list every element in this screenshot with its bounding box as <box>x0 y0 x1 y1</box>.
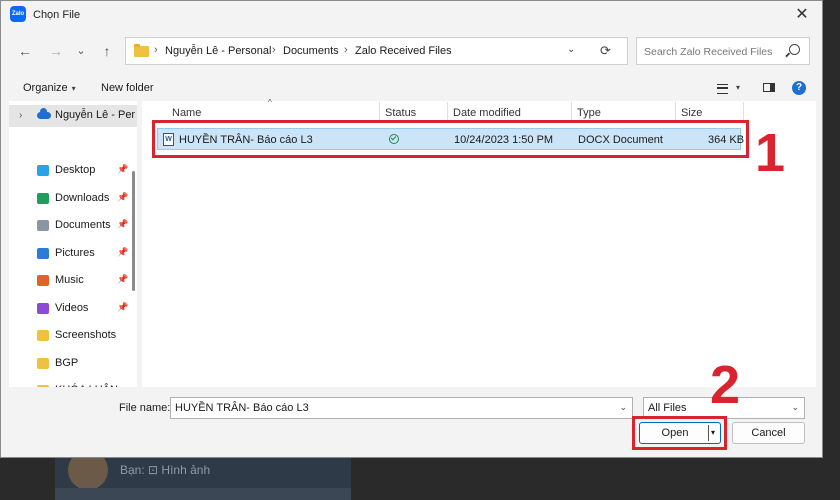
folder-icon <box>134 44 149 57</box>
step1-number: 1 <box>755 123 786 183</box>
expand-chevron-icon[interactable]: › <box>19 110 22 121</box>
sidebar-item-desktop[interactable]: Desktop 📌 <box>9 160 137 182</box>
pin-icon: 📌 <box>117 192 129 202</box>
view-options-icon[interactable] <box>717 84 728 94</box>
step2-highlight-box <box>632 416 727 450</box>
bgp-folder-icon <box>37 358 49 369</box>
search-icon[interactable] <box>789 44 800 55</box>
command-toolbar: Organize ▾ New folder ▾ ? <box>1 77 822 99</box>
desktop-folder-icon <box>37 165 49 176</box>
sidebar-item-videos[interactable]: Videos 📌 <box>9 298 137 320</box>
sidebar-item-onedrive[interactable]: › Nguyễn Lê - Per <box>9 105 137 127</box>
sidebar-item-music[interactable]: Music 📌 <box>9 270 137 292</box>
sidebar-item-pictures[interactable]: Pictures 📌 <box>9 243 137 265</box>
column-divider[interactable] <box>379 102 380 122</box>
downloads-folder-icon <box>37 193 49 204</box>
zalo-app-icon: Zalo <box>10 6 26 22</box>
file-type-dropdown-icon: ⌄ <box>791 402 799 412</box>
step2-number: 2 <box>710 355 741 415</box>
step1-highlight-box <box>152 120 749 158</box>
kh-a-lu-n-folder-icon <box>37 385 49 387</box>
sidebar-item-label: Desktop <box>55 164 96 176</box>
sidebar-item-label: KHÓA LUẬN <box>55 384 118 387</box>
column-header-date-modified[interactable]: Date modified <box>453 107 521 119</box>
file-type-value: All Files <box>648 402 687 414</box>
search-placeholder: Search Zalo Received Files <box>644 46 773 58</box>
breadcrumb-separator: › <box>344 44 348 56</box>
file-open-dialog: Zalo Chọn File ✕ ← → ⌄ ↑ › Nguyễn Lê - P… <box>0 0 823 458</box>
background-message-preview: Bạn: ⊡ Hình ảnh <box>120 463 211 477</box>
forward-arrow-icon[interactable]: → <box>46 41 66 61</box>
column-divider[interactable] <box>675 102 676 122</box>
organize-menu[interactable]: Organize ▾ <box>23 82 76 94</box>
sidebar-item-label: Documents <box>55 219 111 231</box>
sidebar-item-screenshots[interactable]: Screenshots <box>9 325 137 347</box>
refresh-icon[interactable]: ⟳ <box>600 43 611 59</box>
search-box[interactable]: Search Zalo Received Files <box>636 37 810 65</box>
sidebar-item-bgp[interactable]: BGP <box>9 353 137 375</box>
pin-icon: 📌 <box>117 164 129 174</box>
file-name-input[interactable]: HUYỀN TRÂN- Báo cáo L3 ⌄ <box>170 397 633 419</box>
column-header-size[interactable]: Size <box>681 107 702 119</box>
pictures-folder-icon <box>37 248 49 259</box>
navigation-row: ← → ⌄ ↑ › Nguyễn Lê - Personal › Documen… <box>1 35 822 67</box>
pin-icon: 📌 <box>117 247 129 257</box>
sidebar-item-kh-a-lu-n[interactable]: KHÓA LUẬN <box>9 380 137 387</box>
onedrive-cloud-icon <box>37 108 51 119</box>
sidebar-item-downloads[interactable]: Downloads 📌 <box>9 188 137 210</box>
column-divider[interactable] <box>447 102 448 122</box>
sidebar-item-label: BGP <box>55 357 79 369</box>
preview-pane-icon[interactable] <box>763 83 775 92</box>
pin-icon: 📌 <box>117 274 129 284</box>
column-divider[interactable] <box>571 102 572 122</box>
sidebar-item-label: Screenshots <box>55 329 117 341</box>
column-divider[interactable] <box>743 102 744 122</box>
cancel-button[interactable]: Cancel <box>732 422 805 444</box>
caret-down-icon: ▾ <box>71 84 76 93</box>
close-icon[interactable]: ✕ <box>790 5 814 25</box>
breadcrumb-separator: › <box>154 44 158 56</box>
sort-ascending-icon: ^ <box>268 98 272 107</box>
screenshots-folder-icon <box>37 330 49 341</box>
organize-label: Organize <box>23 82 68 94</box>
sidebar-item-label: Downloads <box>55 192 110 204</box>
address-dropdown-icon[interactable]: ⌄ <box>567 44 575 55</box>
music-folder-icon <box>37 275 49 286</box>
column-header-type[interactable]: Type <box>577 107 601 119</box>
documents-folder-icon <box>37 220 49 231</box>
help-icon[interactable]: ? <box>792 81 806 95</box>
breadcrumb-personal[interactable]: Nguyễn Lê - Personal <box>165 45 271 57</box>
new-folder-button[interactable]: New folder <box>101 82 154 94</box>
column-header-status[interactable]: Status <box>385 107 416 119</box>
up-arrow-icon[interactable]: ↑ <box>97 41 117 61</box>
view-caret-icon[interactable]: ▾ <box>736 83 740 92</box>
videos-folder-icon <box>37 303 49 314</box>
recent-locations-chevron-icon[interactable]: ⌄ <box>71 41 91 61</box>
breadcrumb-separator: › <box>272 44 276 56</box>
file-name-dropdown-icon[interactable]: ⌄ <box>619 402 627 413</box>
sidebar-item-label: Music <box>55 274 84 286</box>
file-name-label: File name: <box>119 402 171 414</box>
sidebar-item-documents[interactable]: Documents 📌 <box>9 215 137 237</box>
background-next-item <box>55 488 351 500</box>
sidebar-item-label: Videos <box>55 302 89 314</box>
navigation-pane: › Nguyễn Lê - Per Desktop 📌 Downloads 📌 Docu… <box>9 101 137 387</box>
address-bar[interactable]: › Nguyễn Lê - Personal › Documents › Zal… <box>125 37 628 65</box>
column-header-name[interactable]: Name <box>172 107 201 119</box>
file-name-value: HUYỀN TRÂN- Báo cáo L3 <box>175 402 309 414</box>
sidebar-item-label: Pictures <box>55 247 95 259</box>
back-arrow-icon[interactable]: ← <box>15 41 35 61</box>
pin-icon: 📌 <box>117 302 129 312</box>
pin-icon: 📌 <box>117 219 129 229</box>
breadcrumb-zalo-received-files[interactable]: Zalo Received Files <box>355 45 452 57</box>
navigation-scrollbar[interactable] <box>132 171 135 291</box>
title-bar: Zalo Chọn File ✕ <box>1 1 822 29</box>
dialog-title: Chọn File <box>33 9 81 21</box>
breadcrumb-documents[interactable]: Documents <box>283 45 339 57</box>
sidebar-item-label: Nguyễn Lê - Per <box>55 109 136 121</box>
